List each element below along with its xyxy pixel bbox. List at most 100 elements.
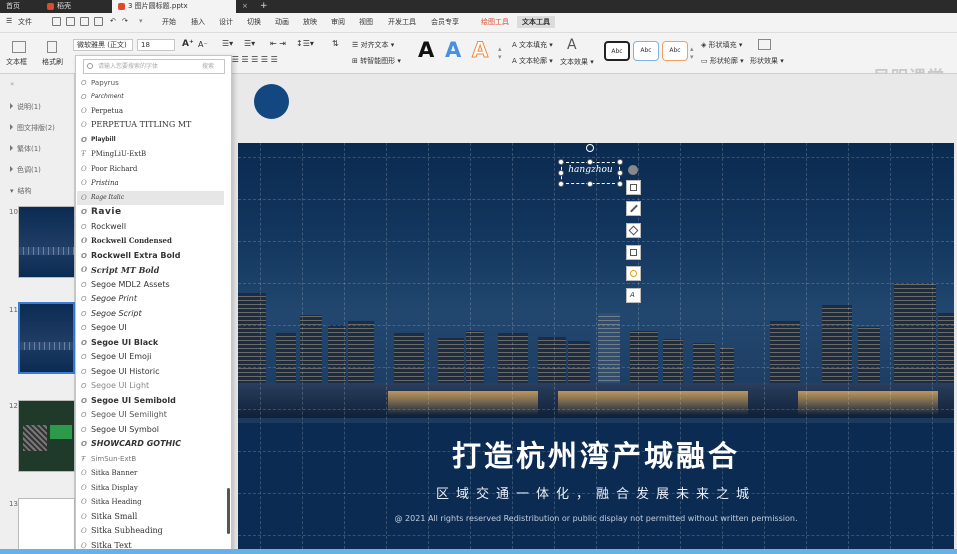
text-format-icon[interactable]: A [626,288,641,303]
font-item[interactable]: Ŧ SimSun-ExtB [77,452,224,466]
menu-insert[interactable]: 插入 [191,17,205,27]
section-item[interactable]: ▾ 结构 [10,186,32,196]
font-item[interactable]: O Sitka Heading [77,495,224,509]
shape-style-blue[interactable]: Abc [633,41,659,61]
font-item[interactable]: O SHOWCARD GOTHIC [77,437,224,451]
slide-thumbnail-13[interactable] [18,498,75,554]
section-item[interactable]: 说明(1) [10,102,41,112]
font-size-box[interactable]: 18 [137,39,175,51]
redo-icon[interactable]: ↷ [122,17,128,25]
font-item[interactable]: O Pristina [77,176,224,190]
font-item[interactable]: O Segoe UI Semibold [77,394,224,408]
menu-review[interactable]: 审阅 [331,17,345,27]
font-name-box[interactable]: 微软雅黑 (正文) [73,39,133,51]
export-icon[interactable] [66,17,75,26]
tab-close-icon[interactable]: × [236,0,248,13]
section-item[interactable]: 色调(1) [10,165,41,175]
slide[interactable]: 打造杭州湾产城融合 区域交通一体化，融合发展未来之城 @ 2021 All ri… [238,143,954,549]
shape-effect-button[interactable]: 形状效果 ▾ [750,56,784,66]
font-item[interactable]: O Sitka Subheading [77,524,224,538]
resize-handle[interactable] [617,170,623,176]
shape-effect-icon[interactable] [758,39,771,50]
menu-transition[interactable]: 切换 [247,17,261,27]
section-item[interactable]: 图文排版(2) [10,123,55,133]
font-item[interactable]: O Segoe UI Semilight [77,408,224,422]
format-painter-icon[interactable] [47,41,57,53]
shape-style-more-icon[interactable]: ▴ ▾ [690,45,694,61]
resize-handle[interactable] [617,159,623,165]
text-effect-button[interactable]: 文本效果 ▾ [560,57,594,67]
slide-copyright[interactable]: @ 2021 All rights reserved Redistributio… [238,514,954,523]
font-item[interactable]: O Sitka Banner [77,466,224,480]
slide-thumbnail-11[interactable] [18,302,75,374]
text-fill-button[interactable]: A 文本填充 ▾ [512,40,553,50]
save-icon[interactable] [52,17,61,26]
art-style-more-icon[interactable]: ▴ ▾ [498,45,502,61]
font-item[interactable]: O Segoe UI [77,321,224,335]
font-list-scrollbar[interactable] [227,488,230,534]
fill-bucket-icon[interactable] [626,223,641,238]
resize-handle[interactable] [587,159,593,165]
shape-style-orange[interactable]: Abc [662,41,688,61]
font-dropdown[interactable]: 请输入您要搜索的字体 搜索 O Papyrus O Parchment O Perpe… [75,55,232,554]
layers-icon[interactable] [626,180,641,195]
slide-thumbnail-12[interactable] [18,400,75,472]
font-item[interactable]: O Segoe MDL2 Assets [77,278,224,292]
slide-subtitle[interactable]: 区域交通一体化，融合发展未来之城 [238,483,954,502]
grow-font-icon[interactable]: A⁺ [182,39,194,49]
indent-icon[interactable]: ⇤ ⇥ [270,39,286,48]
menu-text-tools[interactable]: 文本工具 [517,16,555,28]
textbox-icon[interactable] [12,41,26,53]
font-item[interactable]: O Perpetua [77,104,224,118]
border-icon[interactable] [626,245,641,260]
art-style-black[interactable]: A [418,38,434,62]
font-item[interactable]: O Segoe UI Historic [77,365,224,379]
text-direction-icon[interactable]: ⇅ [332,39,339,48]
font-item[interactable]: O Segoe UI Emoji [77,350,224,364]
chevron-down-icon[interactable]: ▾ [139,17,143,25]
collapse-pane-icon[interactable]: « [10,80,14,88]
shape-outline-button[interactable]: ▭ 形状轮廓 ▾ [701,56,744,66]
art-style-orange[interactable]: A [471,38,488,63]
hamburger-icon[interactable]: ☰ [6,17,12,25]
font-item[interactable]: O Sitka Small [77,510,224,524]
font-item[interactable]: O Papyrus [77,76,224,90]
resize-handle[interactable] [558,170,564,176]
resize-handle[interactable] [558,181,564,187]
tab-document[interactable]: 3 图片圆标题.pptx [112,0,236,13]
menu-member[interactable]: 会员专享 [431,17,459,27]
pen-icon[interactable] [626,201,641,216]
tab-home[interactable]: 首页 [0,0,36,13]
align-text-button[interactable]: ☰ 对齐文本 ▾ [352,40,394,50]
selected-textbox-text[interactable]: hangzhou [561,165,620,175]
slide-thumbnail-10[interactable] [18,206,75,278]
font-item[interactable]: O Poor Richard [77,162,224,176]
shape-style-black[interactable]: Abc [604,41,630,61]
font-item[interactable]: O Rockwell [77,220,224,234]
font-item[interactable]: O Playbill [77,133,224,147]
numbering-icon[interactable]: ☰▾ [244,39,255,48]
font-item[interactable]: O Parchment [77,90,224,104]
resize-handle[interactable] [587,181,593,187]
font-item[interactable]: O Sitka Display [77,481,224,495]
menu-developer[interactable]: 开发工具 [388,17,416,27]
font-search-input[interactable]: 请输入您要搜索的字体 搜索 [83,59,225,74]
rotate-handle-icon[interactable] [586,144,594,152]
font-item[interactable]: O Rockwell Extra Bold [77,249,224,263]
font-item[interactable]: O Segoe UI Light [77,379,224,393]
menu-design[interactable]: 设计 [219,17,233,27]
print-icon[interactable] [80,17,89,26]
font-item[interactable]: O PERPETUA TITLING MT [77,118,224,132]
tab-docer[interactable]: 稻壳 [41,0,99,13]
format-painter-button[interactable]: 格式刷 [42,57,63,67]
text-effect-icon[interactable]: A [567,37,577,53]
menu-view[interactable]: 视图 [359,17,373,27]
shrink-font-icon[interactable]: A⁻ [198,40,208,49]
lightbulb-icon[interactable] [626,266,641,281]
font-item[interactable]: O Segoe UI Symbol [77,423,224,437]
font-item[interactable]: O Segoe Print [77,292,224,306]
menu-slideshow[interactable]: 放映 [303,17,317,27]
font-item[interactable]: O Segoe UI Black [77,336,224,350]
textbox-button[interactable]: 文本框 [6,57,27,67]
bullets-icon[interactable]: ☰▾ [222,39,233,48]
